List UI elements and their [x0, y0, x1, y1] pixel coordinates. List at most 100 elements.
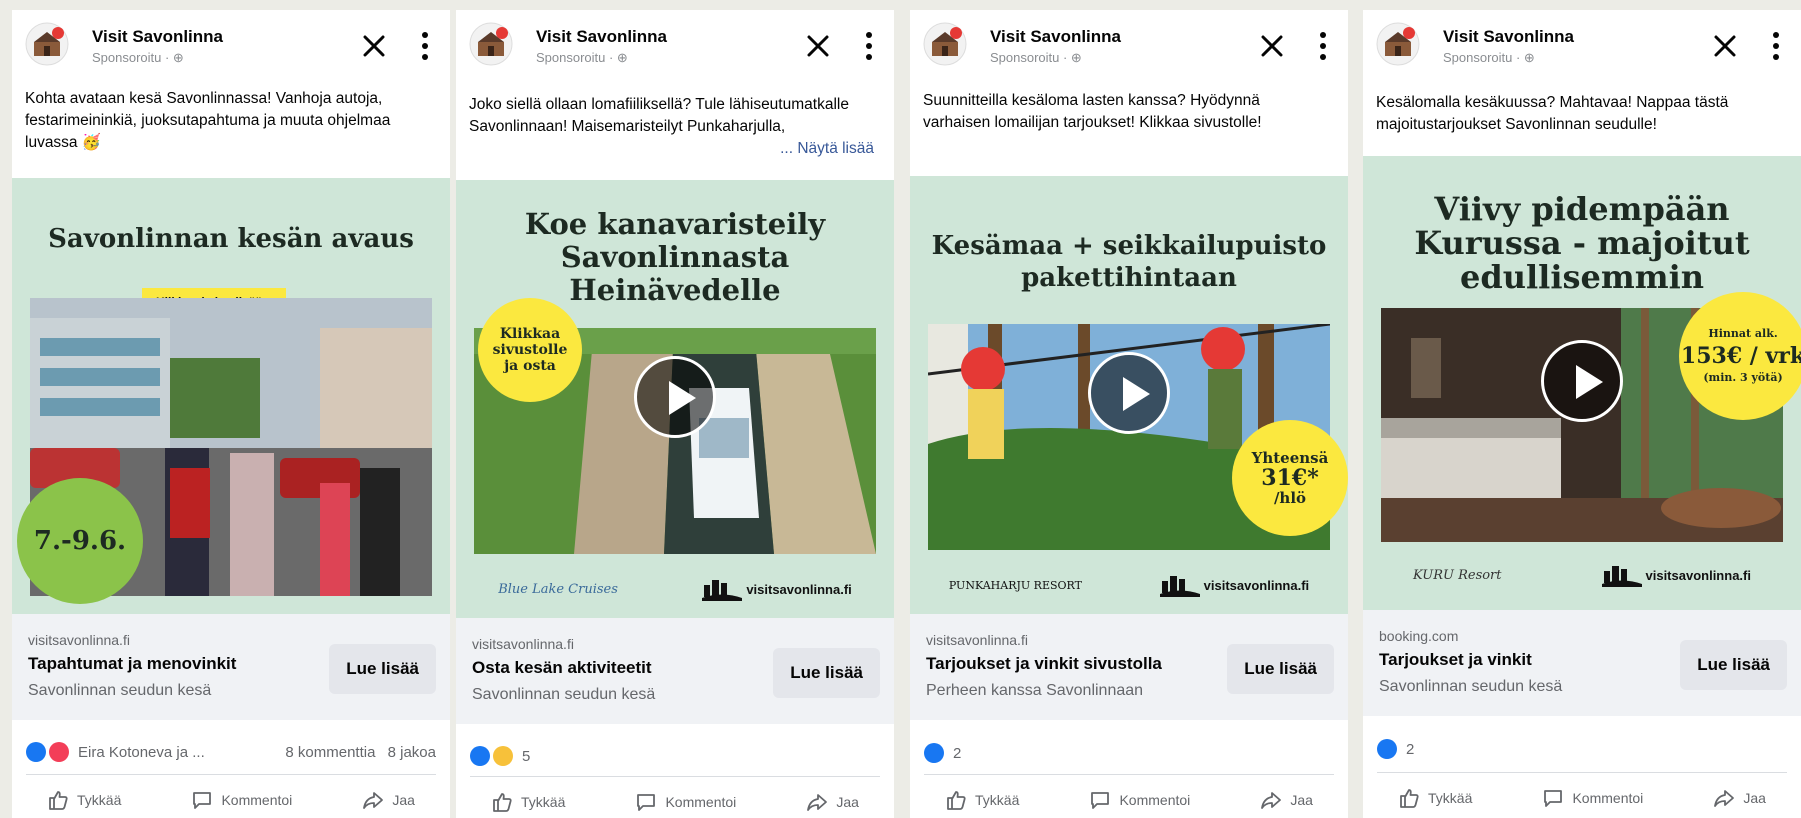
link-preview[interactable]: visitsavonlinna.fi Osta kesän aktiviteet… — [456, 618, 894, 724]
close-icon[interactable] — [1711, 32, 1739, 60]
partner-logo: KURU Resort — [1413, 567, 1502, 583]
page-name[interactable]: Visit Savonlinna — [1443, 27, 1574, 47]
ad-creative[interactable]: Koe kanavaristeily Savonlinnasta Heinävede… — [456, 180, 894, 618]
reaction-names[interactable]: Eira Kotoneva ja ... — [78, 744, 205, 761]
post-text: Kohta avataan kesä Savonlinnassa! Vanhoj… — [25, 90, 391, 151]
close-icon[interactable] — [1258, 32, 1286, 60]
ad-creative[interactable]: Kesämaa + seikkailupuisto pakettihintaan … — [910, 176, 1348, 614]
link-subtitle: Savonlinnan seudun kesä — [1379, 678, 1563, 695]
post-text: Suunnitteilla kesäloma lasten kanssa? Hy… — [923, 92, 1262, 131]
logo-strip: Blue Lake Cruises visitsavonlinna.fi — [456, 564, 894, 614]
like-icon — [47, 789, 69, 811]
comment-button[interactable]: Kommentoi — [191, 789, 292, 811]
like-icon — [491, 791, 513, 813]
learn-more-button[interactable]: Lue lisää — [1227, 644, 1334, 694]
castle-logo-icon — [1160, 573, 1200, 597]
like-button[interactable]: Tykkää — [1398, 787, 1472, 809]
price-badge: Yhteensä 31€*/hlö — [1232, 420, 1348, 536]
close-icon[interactable] — [804, 32, 832, 60]
reactions-bar: 2 — [924, 740, 1334, 766]
share-button[interactable]: Jaa — [1260, 789, 1313, 811]
share-button[interactable]: Jaa — [1713, 787, 1766, 809]
more-options-icon[interactable] — [1316, 30, 1330, 62]
share-icon — [1713, 787, 1735, 809]
logo-strip: PUNKAHARJU RESORT visitsavonlinna.fi — [910, 560, 1348, 610]
like-reaction-icon — [470, 746, 490, 766]
share-icon — [1260, 789, 1282, 811]
link-preview[interactable]: visitsavonlinna.fi Tarjoukset ja vinkit … — [910, 614, 1348, 720]
comment-icon — [1089, 789, 1111, 811]
price-badge: Klikkaa sivustolle ja osta — [478, 298, 582, 402]
link-preview[interactable]: booking.com Tarjoukset ja vinkit Savonli… — [1363, 610, 1801, 716]
share-button[interactable]: Jaa — [806, 791, 859, 813]
sponsored-label: Sponsoroitu · ⊕ — [536, 50, 628, 65]
play-button[interactable] — [634, 356, 716, 438]
post-actions: Tykkää Kommentoi Jaa — [456, 782, 894, 818]
like-reaction-icon — [924, 743, 944, 763]
learn-more-button[interactable]: Lue lisää — [329, 644, 436, 694]
page-name[interactable]: Visit Savonlinna — [92, 27, 223, 47]
ad-card-2: Visit Savonlinna Sponsoroitu · ⊕ Joko si… — [456, 10, 894, 818]
comment-icon — [191, 789, 213, 811]
like-button[interactable]: Tykkää — [491, 791, 565, 813]
avatar[interactable] — [923, 22, 967, 66]
link-title: Osta kesän aktiviteetit — [472, 658, 652, 677]
close-icon[interactable] — [360, 32, 388, 60]
creative-headline: Viivy pidempään Kurussa - majoitut edullis… — [1414, 190, 1750, 296]
divider — [924, 774, 1334, 775]
share-icon — [806, 791, 828, 813]
avatar[interactable] — [25, 22, 69, 66]
post-text: Joko siellä ollaan lomafiiliksellä? Tule… — [469, 94, 874, 160]
link-domain: booking.com — [1379, 628, 1459, 644]
creative-headline: Kesämaa + seikkailupuisto pakettihintaan — [931, 231, 1327, 293]
share-icon — [362, 789, 384, 811]
partner-logo: PUNKAHARJU RESORT — [948, 578, 1082, 592]
play-button[interactable] — [1541, 340, 1623, 422]
like-button[interactable]: Tykkää — [47, 789, 121, 811]
more-options-icon[interactable] — [418, 30, 432, 62]
learn-more-button[interactable]: Lue lisää — [773, 648, 880, 698]
ad-creative[interactable]: Viivy pidempään Kurussa - majoitut edullis… — [1363, 156, 1801, 610]
logo-strip: KURU Resort visitsavonlinna.fi — [1363, 550, 1801, 600]
like-button[interactable]: Tykkää — [945, 789, 1019, 811]
shares-count[interactable]: 8 jakoa — [388, 744, 436, 761]
sponsored-label: Sponsoroitu · ⊕ — [92, 50, 184, 65]
post-header: Visit Savonlinna Sponsoroitu · ⊕ — [12, 10, 450, 68]
castle-logo-icon — [1602, 563, 1642, 587]
page-name[interactable]: Visit Savonlinna — [990, 27, 1121, 47]
ad-creative[interactable]: Savonlinnan kesän avaus Klikkaa ja lue l… — [12, 178, 450, 614]
see-more-link[interactable]: ... Näytä lisää — [774, 138, 874, 160]
link-domain: visitsavonlinna.fi — [926, 632, 1028, 648]
link-title: Tapahtumat ja menovinkit — [28, 654, 237, 673]
more-options-icon[interactable] — [1769, 30, 1783, 62]
comment-icon — [635, 791, 657, 813]
like-reaction-icon — [1377, 739, 1397, 759]
comments-count[interactable]: 8 kommenttia — [285, 744, 375, 761]
comment-button[interactable]: Kommentoi — [1089, 789, 1190, 811]
post-header: Visit Savonlinna Sponsoroitu · ⊕ — [1363, 10, 1801, 68]
visitsavonlinna-logo: visitsavonlinna.fi — [702, 577, 852, 601]
comment-button[interactable]: Kommentoi — [635, 791, 736, 813]
reaction-count[interactable]: 2 — [1406, 741, 1414, 758]
creative-headline: Koe kanavaristeily Savonlinnasta Heinävede… — [524, 207, 826, 307]
learn-more-button[interactable]: Lue lisää — [1680, 640, 1787, 690]
play-button[interactable] — [1088, 352, 1170, 434]
page-name[interactable]: Visit Savonlinna — [536, 27, 667, 47]
reaction-count[interactable]: 5 — [522, 748, 530, 765]
visitsavonlinna-logo: visitsavonlinna.fi — [1602, 563, 1751, 587]
comment-button[interactable]: Kommentoi — [1542, 787, 1643, 809]
avatar[interactable] — [469, 22, 513, 66]
link-preview[interactable]: visitsavonlinna.fi Tapahtumat ja menovin… — [12, 614, 450, 720]
link-domain: visitsavonlinna.fi — [28, 632, 130, 648]
link-domain: visitsavonlinna.fi — [472, 636, 574, 652]
like-reaction-icon — [26, 742, 46, 762]
post-header: Visit Savonlinna Sponsoroitu · ⊕ — [456, 10, 894, 68]
avatar[interactable] — [1376, 22, 1420, 66]
reaction-count[interactable]: 2 — [953, 745, 961, 762]
link-subtitle: Savonlinnan seudun kesä — [28, 682, 212, 699]
link-title: Tarjoukset ja vinkit sivustolla — [926, 654, 1162, 673]
share-button[interactable]: Jaa — [362, 789, 415, 811]
divider — [1377, 772, 1787, 773]
more-options-icon[interactable] — [862, 30, 876, 62]
link-subtitle: Perheen kanssa Savonlinnaan — [926, 682, 1144, 699]
